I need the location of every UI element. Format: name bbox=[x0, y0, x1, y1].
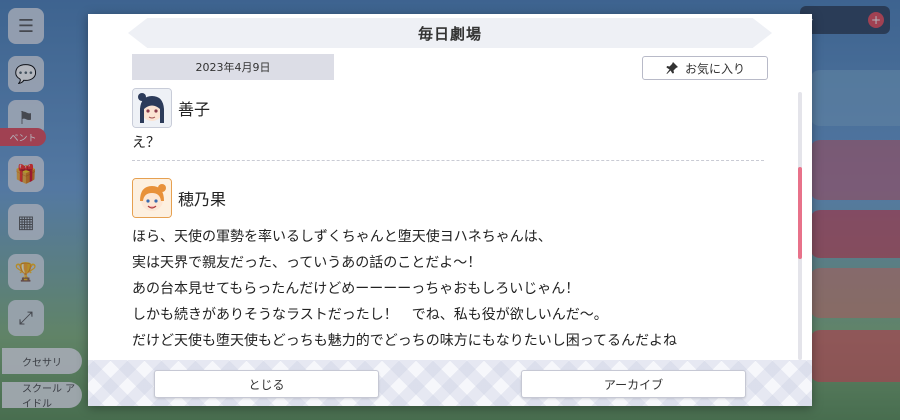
dialogue-lines: ほら、天使の軍勢を率いるしずくちゃんと堕天使ヨハネちゃんは、 実は天界で親友だっ… bbox=[132, 224, 772, 354]
daily-theater-dialog: 毎日劇場 2023年4月9日 お気に入り 善子 え？ 穂乃果 ほら、天使の軍勢を… bbox=[88, 14, 812, 406]
speaker-row: 善子 bbox=[132, 88, 772, 128]
dialogue-line: だけど天使も堕天使もどっちも魅力的でどっちの味方にもなりたいし困ってるんだよね bbox=[132, 333, 678, 349]
dialogue-line: 実は天界で親友だった、っていうあの話のことだよ～！ bbox=[132, 255, 482, 271]
character-face-icon bbox=[133, 89, 171, 127]
speaker-row: 穂乃果 bbox=[132, 178, 772, 218]
archive-button[interactable]: アーカイブ bbox=[521, 370, 746, 398]
speaker-name: 善子 bbox=[178, 100, 211, 119]
dialogue-entry: 穂乃果 ほら、天使の軍勢を率いるしずくちゃんと堕天使ヨハネちゃんは、 実は天界で… bbox=[132, 178, 772, 354]
archive-label: アーカイブ bbox=[603, 377, 664, 392]
pin-icon bbox=[666, 62, 678, 74]
avatar-honoka bbox=[132, 178, 172, 218]
favorite-button[interactable]: お気に入り bbox=[642, 56, 768, 80]
dialogue-scrollbar[interactable] bbox=[798, 92, 802, 360]
avatar-yoshiko bbox=[132, 88, 172, 128]
date-label: 2023年4月9日 bbox=[195, 61, 271, 74]
date-tab: 2023年4月9日 bbox=[132, 54, 334, 80]
dialogue-line: ほら、天使の軍勢を率いるしずくちゃんと堕天使ヨハネちゃんは、 bbox=[132, 229, 552, 245]
dialogue-line: しかも続きがありそうなラストだったし！ でね、私も役が欲しいんだ～。 bbox=[132, 307, 608, 323]
scrollbar-thumb[interactable] bbox=[798, 167, 802, 259]
dialogue-scroll-area[interactable]: 善子 え？ 穂乃果 ほら、天使の軍勢を率いるしずくちゃんと堕天使ヨハネちゃんは、… bbox=[132, 88, 772, 360]
dialog-title: 毎日劇場 bbox=[417, 24, 482, 43]
favorite-label: お気に入り bbox=[684, 61, 745, 76]
close-label: とじる bbox=[248, 377, 285, 392]
dialog-header: 毎日劇場 bbox=[128, 18, 772, 48]
speaker-name: 穂乃果 bbox=[178, 190, 227, 209]
dialogue-line: え？ bbox=[132, 135, 160, 151]
dialogue-entry: 善子 え？ bbox=[132, 88, 772, 156]
close-button[interactable]: とじる bbox=[154, 370, 379, 398]
entry-divider bbox=[132, 160, 764, 161]
character-face-icon bbox=[133, 179, 171, 217]
dialogue-line: あの台本見せてもらったんだけどめーーーーっちゃおもしろいじゃん！ bbox=[132, 281, 580, 297]
